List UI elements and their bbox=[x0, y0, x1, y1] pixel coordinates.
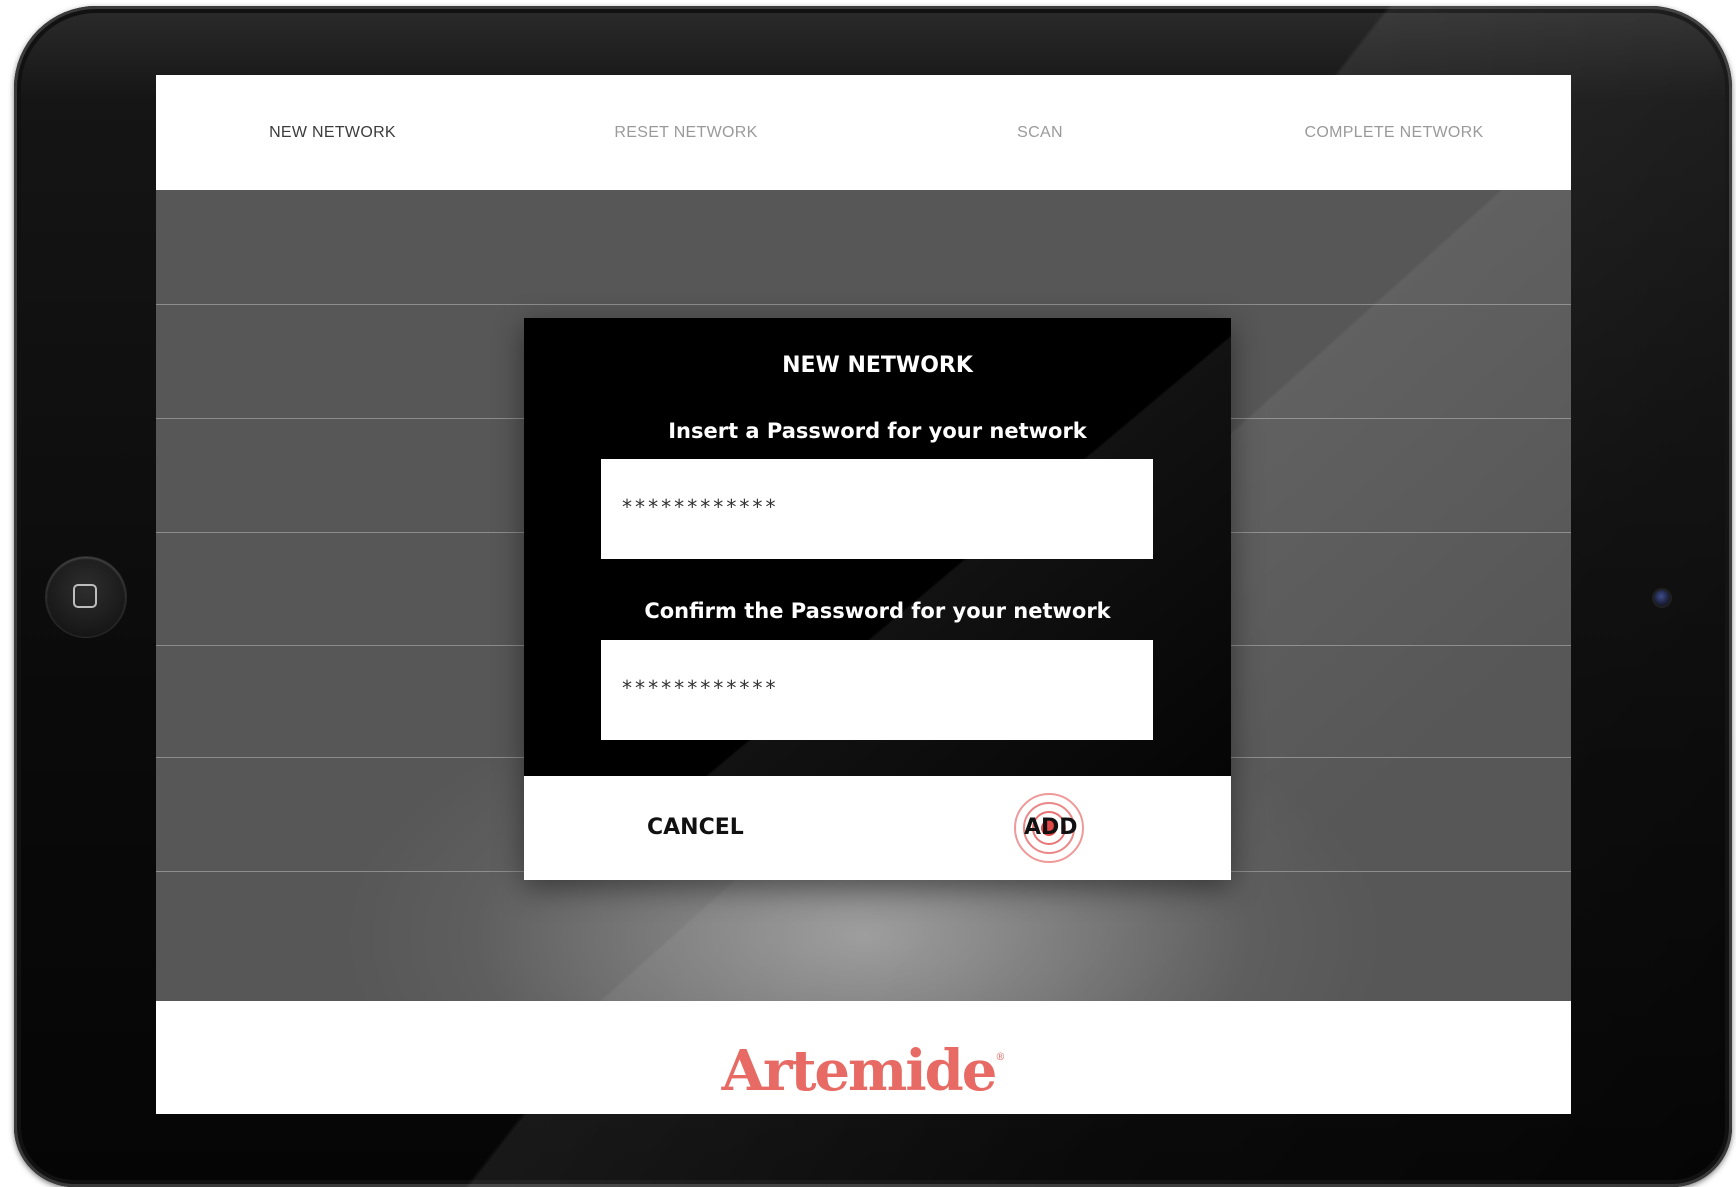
home-square-icon bbox=[73, 584, 97, 608]
tab-reset-network[interactable]: RESET NETWORK bbox=[509, 75, 863, 190]
brand-logo: Artemide® bbox=[156, 1001, 1571, 1114]
home-button[interactable] bbox=[46, 557, 126, 637]
password-field[interactable]: ************ bbox=[601, 459, 1153, 559]
password-label: Insert a Password for your network bbox=[668, 419, 1087, 443]
confirm-password-label: Confirm the Password for your network bbox=[644, 599, 1111, 623]
registered-mark: ® bbox=[995, 1052, 1006, 1063]
cancel-button[interactable]: CANCEL bbox=[647, 776, 744, 880]
tab-new-network[interactable]: NEW NETWORK bbox=[156, 75, 509, 190]
top-navigation: NEW NETWORK RESET NETWORK SCAN COMPLETE … bbox=[156, 75, 1571, 190]
password-value: ************ bbox=[621, 495, 778, 519]
tab-complete-network[interactable]: COMPLETE NETWORK bbox=[1217, 75, 1571, 190]
add-button[interactable]: ADD bbox=[1024, 776, 1078, 880]
new-network-dialog: NEW NETWORK Insert a Password for your n… bbox=[524, 318, 1231, 880]
footer: Artemide® bbox=[156, 1001, 1571, 1114]
list-divider bbox=[156, 304, 1571, 305]
front-camera-icon bbox=[1654, 590, 1670, 606]
tab-scan[interactable]: SCAN bbox=[863, 75, 1217, 190]
dialog-actions: CANCEL ADD bbox=[524, 776, 1231, 880]
confirm-password-value: ************ bbox=[621, 676, 778, 700]
dialog-title: NEW NETWORK bbox=[782, 353, 973, 378]
confirm-password-field[interactable]: ************ bbox=[601, 640, 1153, 740]
brand-name: Artemide bbox=[721, 1038, 998, 1104]
dialog-body: NEW NETWORK Insert a Password for your n… bbox=[524, 318, 1231, 776]
